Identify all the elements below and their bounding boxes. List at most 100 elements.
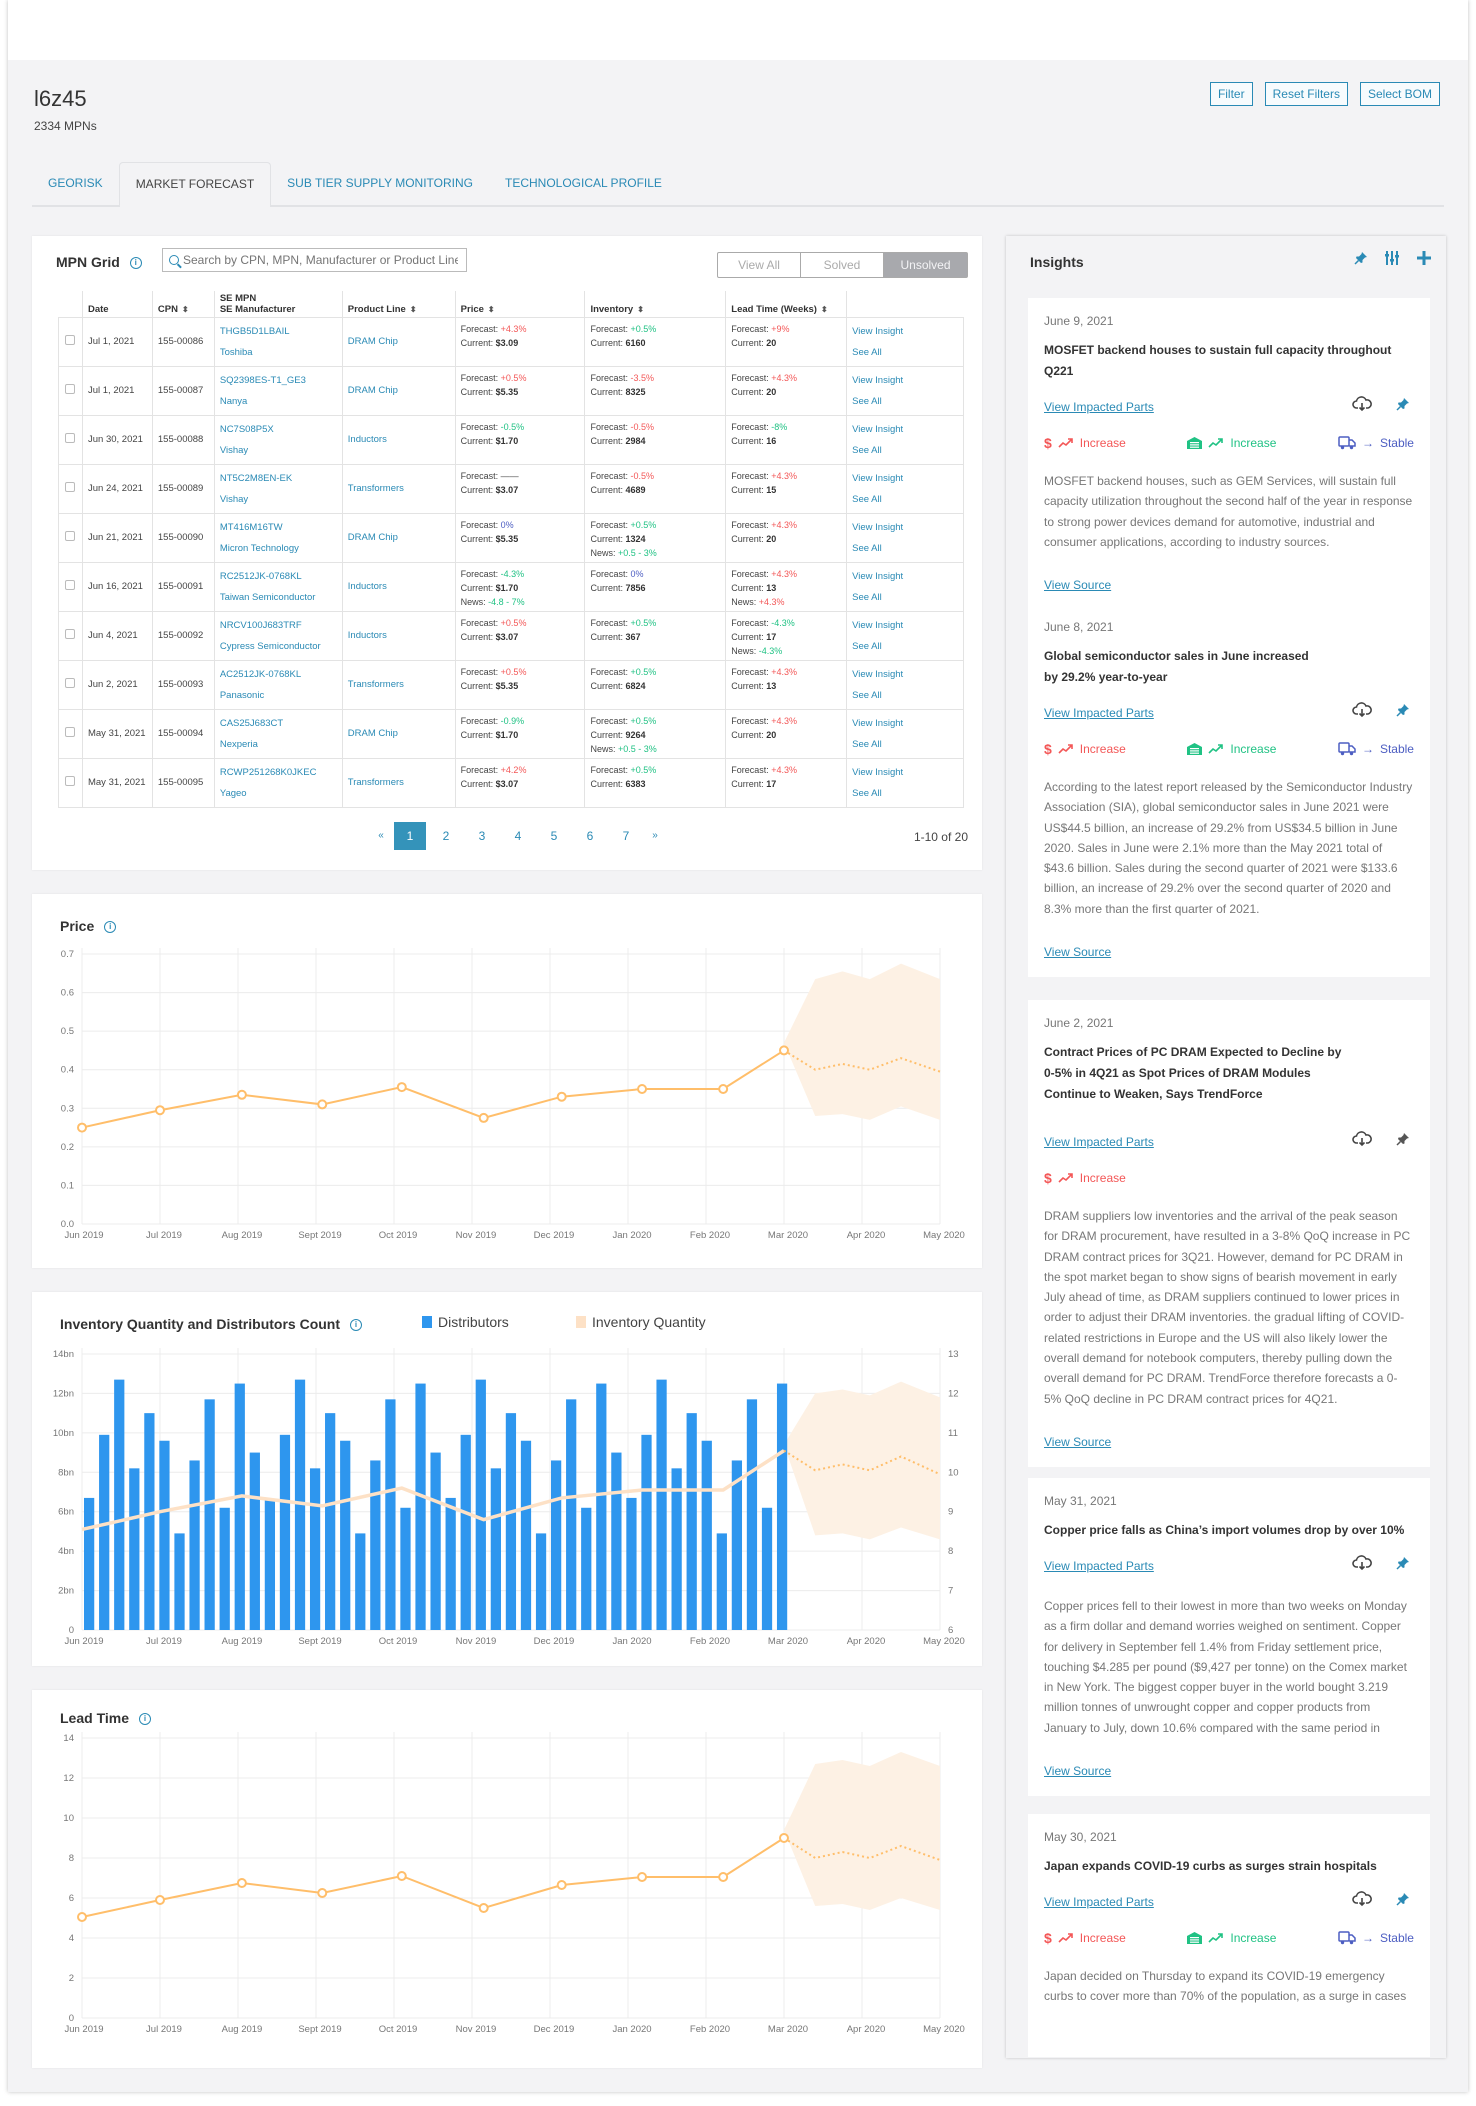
- row-checkbox[interactable]: [65, 432, 76, 443]
- row-checkbox[interactable]: [65, 677, 76, 688]
- download-cloud-icon[interactable]: [1352, 1891, 1372, 1912]
- col-lead-time[interactable]: Lead Time (Weeks) ⬍: [725, 291, 847, 318]
- info-icon[interactable]: i: [139, 1713, 151, 1726]
- row-checkbox[interactable]: [65, 530, 76, 541]
- page-6[interactable]: 6: [572, 822, 608, 850]
- view-impacted-parts-link[interactable]: View Impacted Parts: [1044, 400, 1154, 414]
- view-source-link[interactable]: View Source: [1044, 578, 1111, 592]
- product-line-link[interactable]: Inductors: [348, 629, 450, 643]
- col-price[interactable]: Price ⬍: [454, 291, 585, 318]
- page-3[interactable]: 3: [464, 822, 500, 850]
- segment-view-all[interactable]: View All: [718, 253, 801, 277]
- add-icon[interactable]: [1416, 250, 1432, 271]
- col-inventory[interactable]: Inventory ⬍: [584, 291, 726, 318]
- view-insight-link[interactable]: View Insight: [852, 374, 958, 388]
- product-line-link[interactable]: Inductors: [348, 433, 450, 447]
- tab-sub-tier-supply-monitoring[interactable]: SUB TIER SUPPLY MONITORING: [271, 162, 489, 205]
- view-insight-link[interactable]: View Insight: [852, 619, 958, 633]
- mpn-link[interactable]: AC2512JK-0768KL: [220, 668, 337, 682]
- product-line-link[interactable]: Transformers: [348, 776, 450, 790]
- mpn-link[interactable]: THGB5D1LBAIL: [220, 325, 337, 339]
- tab-market-forecast[interactable]: MARKET FORECAST: [118, 162, 272, 207]
- search-input[interactable]: [183, 253, 458, 267]
- product-line-link[interactable]: DRAM Chip: [348, 531, 450, 545]
- view-insight-link[interactable]: View Insight: [852, 766, 958, 780]
- tab-technological-profile[interactable]: TECHNOLOGICAL PROFILE: [489, 162, 678, 205]
- legend-inventory-quantity[interactable]: Inventory Quantity: [576, 1314, 706, 1330]
- pin-icon[interactable]: [1396, 1892, 1410, 1911]
- sort-icon[interactable]: ⬍: [410, 305, 417, 314]
- page-1[interactable]: 1: [394, 822, 426, 850]
- pin-icon[interactable]: [1354, 251, 1368, 270]
- view-impacted-parts-link[interactable]: View Impacted Parts: [1044, 1135, 1154, 1149]
- manufacturer-link[interactable]: Nexperia: [220, 738, 337, 752]
- manufacturer-link[interactable]: Nanya: [220, 395, 337, 409]
- download-cloud-icon[interactable]: [1352, 1131, 1372, 1152]
- page-4[interactable]: 4: [500, 822, 536, 850]
- row-checkbox[interactable]: [65, 726, 76, 737]
- info-icon[interactable]: i: [104, 921, 117, 934]
- segment-solved[interactable]: Solved: [801, 253, 884, 277]
- see-all-link[interactable]: See All: [852, 395, 958, 409]
- view-insight-link[interactable]: View Insight: [852, 570, 958, 584]
- see-all-link[interactable]: See All: [852, 787, 958, 801]
- see-all-link[interactable]: See All: [852, 689, 958, 703]
- download-cloud-icon[interactable]: [1352, 1555, 1372, 1576]
- view-insight-link[interactable]: View Insight: [852, 423, 958, 437]
- sliders-icon[interactable]: [1384, 250, 1400, 271]
- product-line-link[interactable]: DRAM Chip: [348, 727, 450, 741]
- product-line-link[interactable]: DRAM Chip: [348, 335, 450, 349]
- page-2[interactable]: 2: [428, 822, 464, 850]
- pin-icon[interactable]: [1396, 703, 1410, 722]
- col-date[interactable]: Date: [81, 291, 153, 318]
- view-source-link[interactable]: View Source: [1044, 945, 1111, 959]
- pin-icon[interactable]: [1396, 1556, 1410, 1575]
- view-insight-link[interactable]: View Insight: [852, 717, 958, 731]
- see-all-link[interactable]: See All: [852, 738, 958, 752]
- product-line-link[interactable]: DRAM Chip: [348, 384, 450, 398]
- page-7[interactable]: 7: [608, 822, 644, 850]
- manufacturer-link[interactable]: Taiwan Semiconductor: [220, 591, 337, 605]
- mpn-link[interactable]: NC7S08P5X: [220, 423, 337, 437]
- sort-icon[interactable]: ⬍: [488, 305, 495, 314]
- row-checkbox[interactable]: [65, 628, 76, 639]
- pagination-next[interactable]: »: [644, 822, 666, 850]
- see-all-link[interactable]: See All: [852, 640, 958, 654]
- row-checkbox[interactable]: [65, 481, 76, 492]
- product-line-link[interactable]: Transformers: [348, 678, 450, 692]
- manufacturer-link[interactable]: Micron Technology: [220, 542, 337, 556]
- see-all-link[interactable]: See All: [852, 542, 958, 556]
- see-all-link[interactable]: See All: [852, 444, 958, 458]
- view-insight-link[interactable]: View Insight: [852, 521, 958, 535]
- product-line-link[interactable]: Transformers: [348, 482, 450, 496]
- manufacturer-link[interactable]: Vishay: [220, 444, 337, 458]
- mpn-link[interactable]: RCWP251268K0JKEC: [220, 766, 337, 780]
- info-icon[interactable]: i: [129, 257, 142, 270]
- manufacturer-link[interactable]: Vishay: [220, 493, 337, 507]
- info-icon[interactable]: i: [350, 1319, 363, 1332]
- sort-icon[interactable]: ⬍: [821, 305, 828, 314]
- page-5[interactable]: 5: [536, 822, 572, 850]
- view-source-link[interactable]: View Source: [1044, 1764, 1111, 1778]
- view-impacted-parts-link[interactable]: View Impacted Parts: [1044, 1559, 1154, 1573]
- row-checkbox[interactable]: [65, 775, 76, 786]
- filter-button[interactable]: Filter: [1209, 82, 1253, 106]
- manufacturer-link[interactable]: Yageo: [220, 787, 337, 801]
- mpn-link[interactable]: NT5C2M8EN-EK: [220, 472, 337, 486]
- mpn-link[interactable]: NRCV100J683TRF: [220, 619, 337, 633]
- tab-georisk[interactable]: GEORISK: [32, 162, 119, 205]
- see-all-link[interactable]: See All: [852, 493, 958, 507]
- sort-icon[interactable]: ⬍: [637, 305, 644, 314]
- col-product-line[interactable]: Product Line ⬍: [341, 291, 456, 318]
- view-insight-link[interactable]: View Insight: [852, 472, 958, 486]
- view-impacted-parts-link[interactable]: View Impacted Parts: [1044, 706, 1154, 720]
- select-bom-button[interactable]: Select BOM: [1359, 82, 1440, 106]
- mpn-link[interactable]: SQ2398ES-T1_GE3: [220, 374, 337, 388]
- sort-icon[interactable]: ⬍: [182, 305, 189, 314]
- view-insight-link[interactable]: View Insight: [852, 668, 958, 682]
- manufacturer-link[interactable]: Cypress Semiconductor: [220, 640, 337, 654]
- pin-icon[interactable]: [1396, 1132, 1410, 1151]
- reset-filters-button[interactable]: Reset Filters: [1264, 82, 1348, 106]
- pagination-prev[interactable]: «: [370, 822, 392, 850]
- view-insight-link[interactable]: View Insight: [852, 325, 958, 339]
